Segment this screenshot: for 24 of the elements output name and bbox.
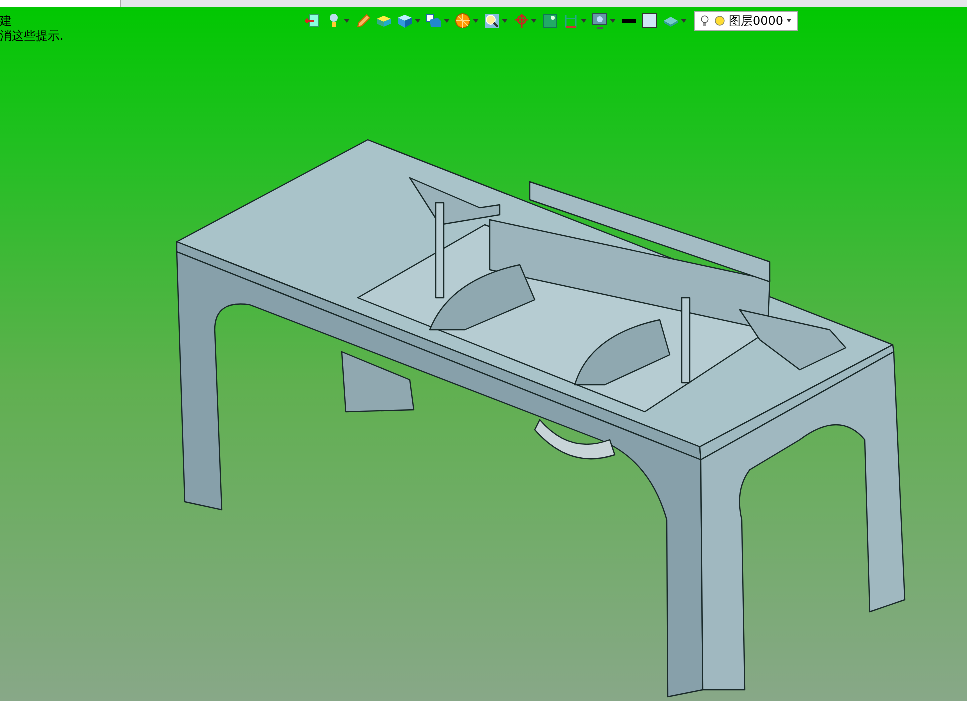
caret-icon[interactable] (473, 19, 479, 23)
exit-icon[interactable] (305, 13, 321, 29)
caret-icon[interactable] (415, 19, 421, 23)
caret-icon[interactable] (610, 19, 616, 23)
zoom-icon[interactable] (484, 13, 500, 29)
hint-text: 消这些提示. (0, 29, 64, 44)
sphere-icon[interactable] (455, 13, 471, 29)
fit-view-icon[interactable] (542, 13, 558, 29)
circle-icon (714, 13, 726, 29)
caret-icon[interactable] (681, 19, 687, 23)
caret-icon[interactable] (531, 19, 537, 23)
caret-icon[interactable] (581, 19, 587, 23)
view-cube-icon[interactable] (426, 13, 442, 29)
caret-icon (786, 19, 792, 23)
light-bulb-icon (699, 13, 711, 29)
cube-icon[interactable] (397, 13, 413, 29)
monitor-icon[interactable] (592, 13, 608, 29)
layer-dropdown[interactable]: 图层0000 (694, 11, 798, 31)
caret-icon[interactable] (502, 19, 508, 23)
crosshair-icon[interactable] (513, 13, 529, 29)
color-swatch-icon[interactable] (642, 13, 658, 29)
hint-text: 建 (0, 14, 12, 29)
caret-icon[interactable] (344, 19, 350, 23)
caret-icon[interactable] (444, 19, 450, 23)
